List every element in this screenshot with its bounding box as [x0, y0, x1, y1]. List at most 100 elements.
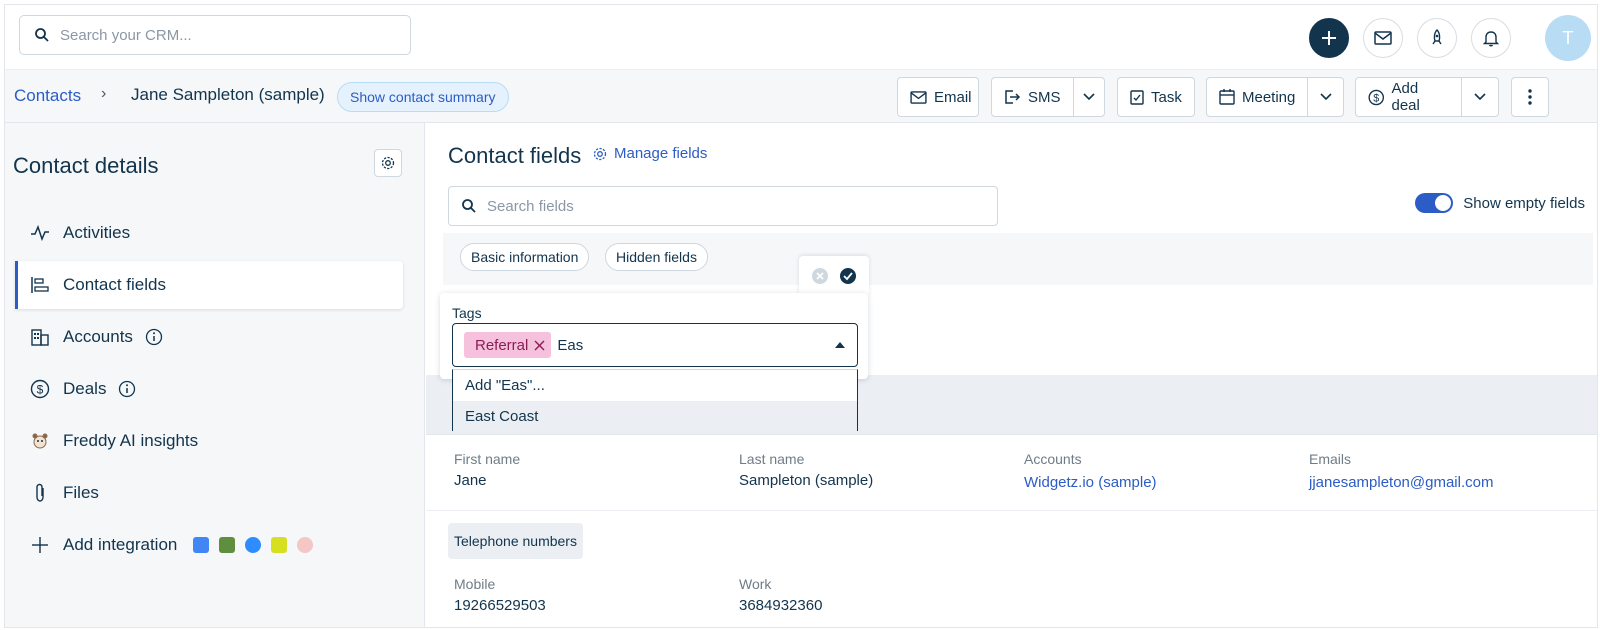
first-name-label: First name: [454, 451, 521, 467]
breadcrumb-contacts-link[interactable]: Contacts: [14, 86, 81, 106]
page-title: Contact fields: [448, 143, 582, 168]
mobile-label: Mobile: [454, 576, 496, 592]
fields-icon: [31, 277, 49, 293]
crm-app: Search your CRM... T Contacts › Jane Sam…: [4, 4, 1598, 628]
show-contact-summary-button[interactable]: Show contact summary: [337, 82, 509, 112]
tags-typed-text: Eas: [557, 336, 584, 354]
shopify-icon[interactable]: [219, 537, 236, 553]
sidebar-item-contact-fields[interactable]: Contact fields: [15, 261, 403, 309]
task-button[interactable]: Task: [1117, 77, 1195, 117]
mail-button[interactable]: [1363, 18, 1403, 58]
sidebar-item-accounts[interactable]: Accounts: [15, 313, 403, 361]
zoom-icon[interactable]: [245, 537, 262, 553]
filter-basic-information[interactable]: Basic information: [460, 243, 590, 271]
meeting-button[interactable]: Meeting: [1207, 78, 1307, 116]
filter-label: Hidden fields: [616, 249, 697, 265]
more-actions-button[interactable]: [1511, 77, 1549, 117]
top-bar: Search your CRM... T: [5, 5, 1597, 69]
tags-dropdown: Add "Eas"... East Coast: [452, 369, 858, 432]
info-icon[interactable]: [145, 328, 163, 346]
search-icon: [35, 28, 49, 42]
activity-icon: [31, 225, 49, 241]
work-value[interactable]: 3684932360: [739, 597, 822, 614]
mobile-value[interactable]: 19266529503: [454, 597, 546, 614]
add-deal-label: Add deal: [1391, 80, 1420, 114]
cancel-icon[interactable]: [811, 267, 829, 285]
svg-text:$: $: [1373, 92, 1379, 104]
meeting-dropdown[interactable]: [1307, 78, 1343, 116]
gear-icon: [593, 147, 607, 160]
manage-fields-link[interactable]: Manage fields: [592, 145, 707, 162]
task-label: Task: [1151, 88, 1182, 106]
meeting-label: Meeting: [1242, 88, 1296, 106]
chevron-down-icon: [1474, 93, 1486, 101]
divider: [426, 510, 1597, 511]
bell-icon: [1483, 31, 1499, 47]
accounts-label: Accounts: [1024, 451, 1082, 467]
show-empty-fields-control: Show empty fields: [1415, 193, 1585, 213]
filter-label: Basic information: [471, 249, 579, 265]
quick-add-button[interactable]: [1309, 18, 1349, 58]
plus-icon: [32, 537, 48, 553]
mail-icon: [910, 90, 927, 104]
crm-search-input[interactable]: Search your CRM...: [19, 15, 411, 55]
crm-search-placeholder: Search your CRM...: [60, 26, 192, 44]
sms-button[interactable]: SMS: [992, 78, 1073, 116]
tag-edit-actions: [799, 256, 869, 296]
show-empty-fields-label: Show empty fields: [1463, 194, 1585, 212]
google-calendar-icon[interactable]: [193, 537, 210, 553]
tags-label: Tags: [452, 305, 482, 321]
rocket-icon: [1432, 29, 1442, 45]
building-icon: [31, 329, 49, 346]
info-icon[interactable]: [118, 380, 136, 398]
sidebar-item-activities[interactable]: Activities: [15, 209, 403, 257]
caret-up-icon[interactable]: [835, 342, 845, 348]
tags-editor: Tags Referral Eas: [440, 293, 868, 379]
avatar-initial: T: [1562, 27, 1574, 48]
sidebar-item-label: Activities: [63, 223, 131, 242]
field-group-filters: Basic information Hidden fields: [443, 233, 1593, 285]
dollar-icon: $: [30, 379, 50, 399]
tag-chip-label: Referral: [475, 336, 529, 354]
add-deal-button[interactable]: $ Add deal: [1356, 78, 1461, 116]
email-link[interactable]: jjanesampleton@gmail.com: [1309, 474, 1493, 491]
tags-input[interactable]: Referral Eas: [452, 323, 858, 367]
meeting-button-group: Meeting: [1206, 77, 1344, 117]
sidebar-item-freddy-ai-insights[interactable]: Freddy AI insights: [15, 417, 403, 465]
close-icon[interactable]: [534, 340, 545, 351]
sidebar-item-label: Files: [63, 483, 99, 502]
add-deal-dropdown[interactable]: [1460, 78, 1498, 116]
first-name-value[interactable]: Jane: [454, 472, 487, 489]
download-icon[interactable]: [271, 537, 288, 553]
mail-icon: [1374, 31, 1392, 45]
sms-button-group: SMS: [991, 77, 1105, 117]
user-avatar[interactable]: T: [1545, 15, 1591, 61]
telephone-section-label: Telephone numbers: [454, 533, 577, 549]
tag-option-add[interactable]: Add "Eas"...: [453, 370, 857, 401]
freddy-icon: [32, 433, 48, 449]
filter-hidden-fields[interactable]: Hidden fields: [605, 243, 708, 271]
sms-icon: [1005, 90, 1021, 104]
tag-option-east-coast[interactable]: East Coast: [453, 401, 857, 432]
contact-details-sidebar: Contact details Activities Contact field…: [5, 123, 425, 627]
paperclip-icon: [36, 483, 44, 502]
show-empty-fields-toggle[interactable]: [1415, 193, 1454, 213]
launch-button[interactable]: [1417, 18, 1457, 58]
sidebar-item-deals[interactable]: $ Deals: [15, 365, 403, 413]
top-actions: T: [1309, 15, 1591, 61]
task-icon: [1130, 90, 1144, 105]
search-fields-input[interactable]: Search fields: [448, 186, 998, 226]
sms-dropdown[interactable]: [1072, 78, 1104, 116]
last-name-value[interactable]: Sampleton (sample): [739, 472, 873, 489]
asana-icon[interactable]: [297, 537, 314, 553]
notifications-button[interactable]: [1471, 18, 1511, 58]
work-label: Work: [739, 576, 772, 592]
dollar-circle-icon: $: [1368, 89, 1385, 105]
accounts-link[interactable]: Widgetz.io (sample): [1024, 474, 1157, 491]
email-button[interactable]: Email: [897, 77, 979, 117]
sidebar-item-add-integration[interactable]: Add integration: [15, 521, 403, 569]
sidebar-settings-button[interactable]: [374, 149, 402, 177]
confirm-icon[interactable]: [839, 267, 857, 285]
sidebar-item-files[interactable]: Files: [15, 469, 403, 517]
sidebar-item-label: Accounts: [63, 327, 133, 346]
